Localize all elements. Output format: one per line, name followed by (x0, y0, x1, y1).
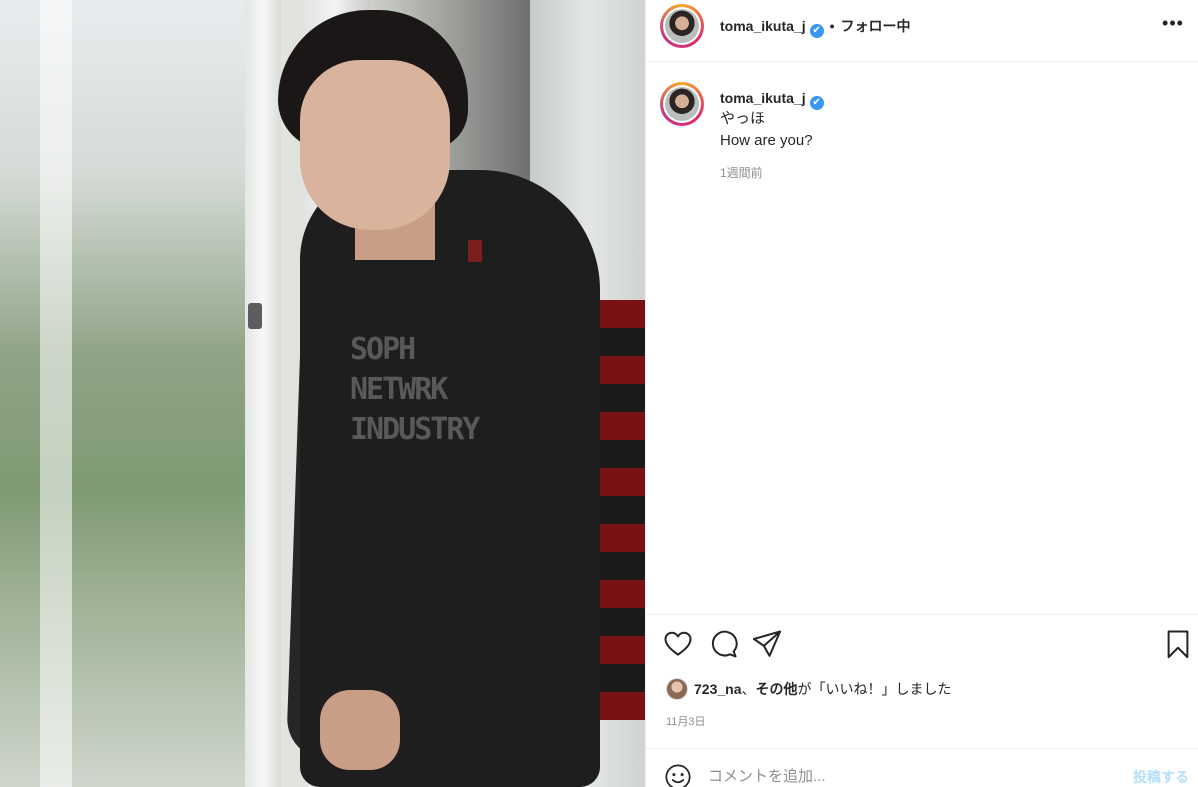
window-handle (248, 303, 262, 329)
heart-icon[interactable] (663, 629, 693, 659)
caption-user-line: toma_ikuta_j ✔ (720, 90, 824, 110)
action-bar (646, 614, 1198, 674)
window-frame (245, 0, 281, 787)
caption-username-link[interactable]: toma_ikuta_j (720, 90, 806, 106)
post-details-panel: toma_ikuta_j ✔ • フォロー中 ••• toma_ikuta_j ✔ やっ… (645, 0, 1198, 787)
caption-text: やっほ How are you? (720, 110, 813, 149)
smiley-icon[interactable] (664, 763, 692, 787)
verified-badge-icon: ✔ (809, 24, 824, 38)
paper-plane-icon[interactable] (752, 629, 782, 659)
window-frame (40, 0, 72, 787)
hands (320, 690, 400, 770)
comment-icon[interactable] (708, 629, 738, 659)
caption-timestamp[interactable]: 1週間前 (720, 164, 763, 181)
likes-suffix: が「いいね！」しました (797, 681, 952, 697)
separator-dot: • (829, 18, 835, 34)
collar-tag (468, 240, 482, 262)
caption-avatar[interactable] (660, 82, 704, 126)
following-button[interactable]: フォロー中 (841, 18, 911, 34)
liker-avatar[interactable] (666, 678, 688, 700)
post-caption: toma_ikuta_j ✔ やっほ How are you? 1週間前 (646, 62, 1198, 614)
comment-bar: 投稿する (646, 748, 1198, 787)
profile-avatar[interactable] (660, 4, 704, 48)
liker-username-link[interactable]: 723_na (694, 681, 741, 697)
likes-separator: 、 (741, 681, 756, 697)
comment-input[interactable] (708, 763, 1098, 787)
post-header: toma_ikuta_j ✔ • フォロー中 ••• (646, 0, 1198, 62)
sweatshirt-print: SOPH NETWRK INDUSTRY (350, 332, 481, 447)
others-link[interactable]: その他 (755, 681, 797, 697)
post-date[interactable]: 11月3日 (666, 713, 706, 729)
post-comment-button[interactable]: 投稿する (1133, 767, 1189, 787)
more-options-icon[interactable]: ••• (1161, 14, 1185, 38)
face (300, 60, 450, 230)
post-photo[interactable]: SOPH NETWRK INDUSTRY (0, 0, 645, 787)
likes-line: 723_na、その他が「いいね！」しました (666, 678, 951, 700)
bookmark-icon[interactable] (1163, 629, 1193, 659)
username-link[interactable]: toma_ikuta_j (720, 18, 806, 34)
header-user-line: toma_ikuta_j ✔ • フォロー中 (720, 16, 911, 38)
